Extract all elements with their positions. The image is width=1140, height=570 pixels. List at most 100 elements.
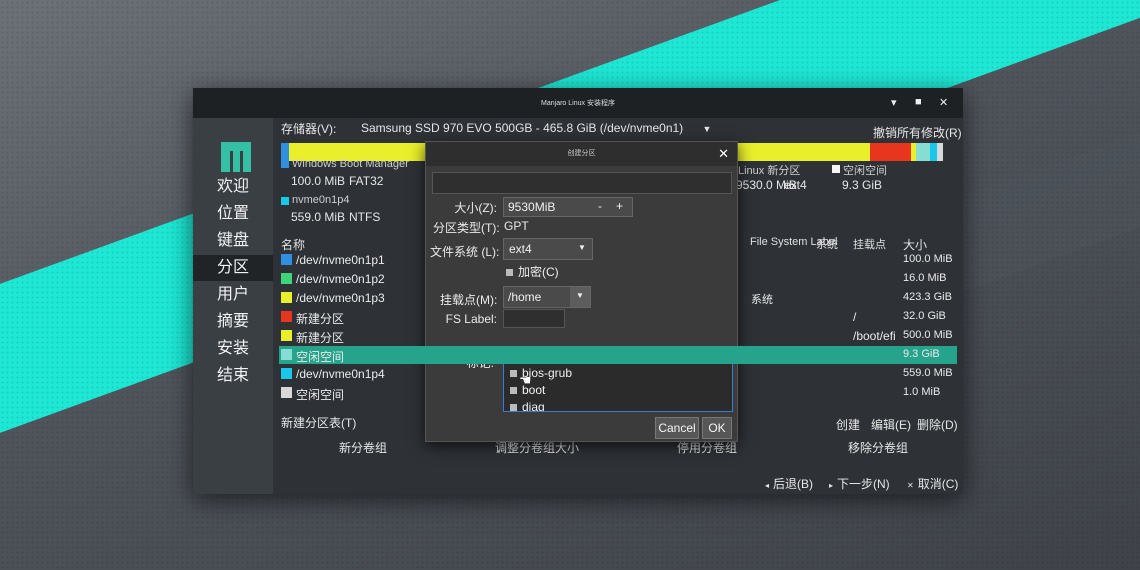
sidebar: 欢迎 位置 键盘 分区 用户 摘要 安装 结束 bbox=[193, 118, 273, 494]
partition-color-swatch bbox=[281, 273, 292, 284]
sidebar-item-keyboard[interactable]: 键盘 bbox=[193, 228, 273, 254]
table-row[interactable]: /dev/nvme0n1p1 100.0 MiB bbox=[279, 251, 957, 269]
partition-name: 新建分区 bbox=[296, 312, 345, 326]
size-label: 大小(Z): bbox=[454, 201, 497, 215]
partition-color-swatch bbox=[281, 349, 292, 360]
revert-all-button[interactable]: 撤销所有修改(R) bbox=[873, 124, 962, 141]
partition-name: 空闲空间 bbox=[296, 350, 345, 364]
partition-name: 新建分区 bbox=[296, 331, 345, 345]
decrement-icon[interactable]: - bbox=[598, 199, 602, 213]
dialog-title-bar: 创建分区 bbox=[426, 142, 737, 166]
partition-color-swatch bbox=[281, 311, 292, 322]
partition-type-label: 分区类型(T): bbox=[433, 221, 500, 235]
partition-size: 559.0 MiB bbox=[903, 367, 953, 379]
new-partition-table-button[interactable]: 新建分区表(T) bbox=[281, 414, 356, 431]
storage-label: 存储器(V): bbox=[281, 122, 337, 136]
arrow-right-icon: ▸ bbox=[829, 481, 834, 490]
legend-swatch-free bbox=[832, 165, 840, 173]
partition-color-swatch bbox=[281, 292, 292, 303]
sidebar-item-welcome[interactable]: 欢迎 bbox=[193, 174, 273, 200]
partition-size: 9.3 GiB bbox=[903, 348, 940, 360]
partition-size: 100.0 MiB bbox=[903, 253, 953, 265]
legend-right-name: Linux 新分区 bbox=[738, 165, 801, 177]
legend-p1-name: Windows Boot Manager bbox=[292, 158, 409, 170]
partition-mount: /boot/efi bbox=[853, 329, 896, 343]
minimize-icon[interactable]: ▾ bbox=[891, 96, 897, 109]
legend-p4-size: 559.0 MiB bbox=[291, 210, 346, 224]
partition-name: /dev/nvme0n1p1 bbox=[296, 253, 385, 267]
checkbox-icon bbox=[510, 404, 517, 411]
close-icon: ✕ bbox=[907, 481, 914, 490]
dialog-close-icon[interactable]: ✕ bbox=[718, 146, 729, 162]
usage-segment bbox=[916, 143, 930, 161]
sidebar-item-location[interactable]: 位置 bbox=[193, 201, 273, 227]
new-volume-group-button[interactable]: 新分卷组 bbox=[339, 439, 387, 456]
increment-icon[interactable]: + bbox=[616, 199, 623, 213]
partition-size: 1.0 MiB bbox=[903, 386, 941, 398]
legend-p1-fs: FAT32 bbox=[349, 174, 384, 188]
legend-swatch-p4 bbox=[281, 197, 289, 205]
usage-segment bbox=[281, 143, 290, 161]
sidebar-item-install[interactable]: 安装 bbox=[193, 336, 273, 362]
sidebar-item-partitions[interactable]: 分区 bbox=[193, 255, 273, 281]
table-row[interactable]: /dev/nvme0n1p3 系统 423.3 GiB bbox=[279, 289, 957, 307]
storage-device-select[interactable]: Samsung SSD 970 EVO 500GB - 465.8 GiB (/… bbox=[361, 121, 711, 135]
partition-name: 空闲空间 bbox=[296, 388, 345, 402]
arrow-left-icon: ◂ bbox=[765, 481, 770, 490]
usage-segment bbox=[936, 143, 944, 161]
partition-mount: / bbox=[853, 310, 857, 324]
table-row[interactable]: 空闲空间 9.3 GiB bbox=[279, 346, 957, 364]
chevron-down-icon: ▼ bbox=[702, 124, 712, 134]
partition-color-swatch bbox=[281, 387, 292, 398]
delete-button[interactable]: 删除(D) bbox=[917, 416, 958, 433]
usage-segment bbox=[929, 143, 937, 161]
partition-size: 423.3 GiB bbox=[903, 291, 952, 303]
storage-device-value: Samsung SSD 970 EVO 500GB - 465.8 GiB (/… bbox=[361, 121, 684, 135]
edit-button[interactable]: 编辑(E) bbox=[871, 416, 911, 433]
legend-p1-size: 100.0 MiB bbox=[291, 174, 346, 188]
partition-size: 32.0 GiB bbox=[903, 310, 946, 322]
sidebar-item-finish[interactable]: 结束 bbox=[193, 363, 273, 389]
col-fs-label: File System Label bbox=[750, 236, 838, 248]
partition-flag: 系统 bbox=[751, 294, 773, 306]
partition-size: 16.0 MiB bbox=[903, 272, 947, 284]
partition-color-swatch bbox=[281, 254, 292, 265]
close-icon[interactable]: ✕ bbox=[939, 96, 948, 109]
table-row[interactable]: 空闲空间 1.0 MiB bbox=[279, 384, 957, 402]
title-bar: Manjaro Linux 安装程序 bbox=[193, 88, 963, 118]
manjaro-logo-icon bbox=[221, 142, 251, 172]
partition-name: /dev/nvme0n1p3 bbox=[296, 291, 385, 305]
legend-p4-fs: NTFS bbox=[349, 210, 381, 224]
table-row[interactable]: /dev/nvme0n1p4 559.0 MiB bbox=[279, 365, 957, 383]
size-value: 9530MiB bbox=[508, 200, 556, 214]
partition-color-swatch bbox=[281, 330, 292, 341]
partition-color-swatch bbox=[281, 368, 292, 379]
legend-right-fs: ext4 bbox=[784, 178, 807, 192]
partition-bar-preview bbox=[432, 172, 732, 194]
table-row[interactable]: /dev/nvme0n1p2 16.0 MiB bbox=[279, 270, 957, 288]
ok-button[interactable]: OK bbox=[702, 417, 732, 439]
partition-name: /dev/nvme0n1p4 bbox=[296, 367, 385, 381]
create-button[interactable]: 创建 bbox=[836, 416, 860, 433]
legend-free-label: 空闲空间 bbox=[843, 165, 887, 177]
partition-type-value: GPT bbox=[504, 219, 529, 233]
legend-free-size: 9.3 GiB bbox=[842, 178, 883, 192]
table-row[interactable]: 新建分区/boot/efi 500.0 MiB bbox=[279, 327, 957, 345]
cancel-install-button[interactable]: ✕ 取消(C) bbox=[907, 475, 958, 492]
table-row[interactable]: 新建分区 / 32.0 GiB bbox=[279, 308, 957, 326]
window-title: Manjaro Linux 安装程序 bbox=[541, 100, 615, 107]
usage-segment bbox=[870, 143, 912, 161]
size-spinbox[interactable]: 9530MiB - + bbox=[503, 197, 633, 217]
legend-swatch-p1 bbox=[281, 160, 289, 168]
partition-name: /dev/nvme0n1p2 bbox=[296, 272, 385, 286]
cancel-button[interactable]: Cancel bbox=[655, 417, 699, 439]
sidebar-item-summary[interactable]: 摘要 bbox=[193, 309, 273, 335]
col-mount: 挂载点 bbox=[853, 239, 886, 251]
maximize-icon[interactable]: ■ bbox=[915, 96, 922, 108]
back-button[interactable]: ◂ 后退(B) bbox=[765, 475, 813, 492]
next-button[interactable]: ▸ 下一步(N) bbox=[829, 475, 890, 492]
sidebar-item-users[interactable]: 用户 bbox=[193, 282, 273, 308]
legend-p4-name: nvme0n1p4 bbox=[292, 194, 350, 206]
remove-volume-group-button[interactable]: 移除分卷组 bbox=[848, 439, 908, 456]
partition-size: 500.0 MiB bbox=[903, 329, 953, 341]
